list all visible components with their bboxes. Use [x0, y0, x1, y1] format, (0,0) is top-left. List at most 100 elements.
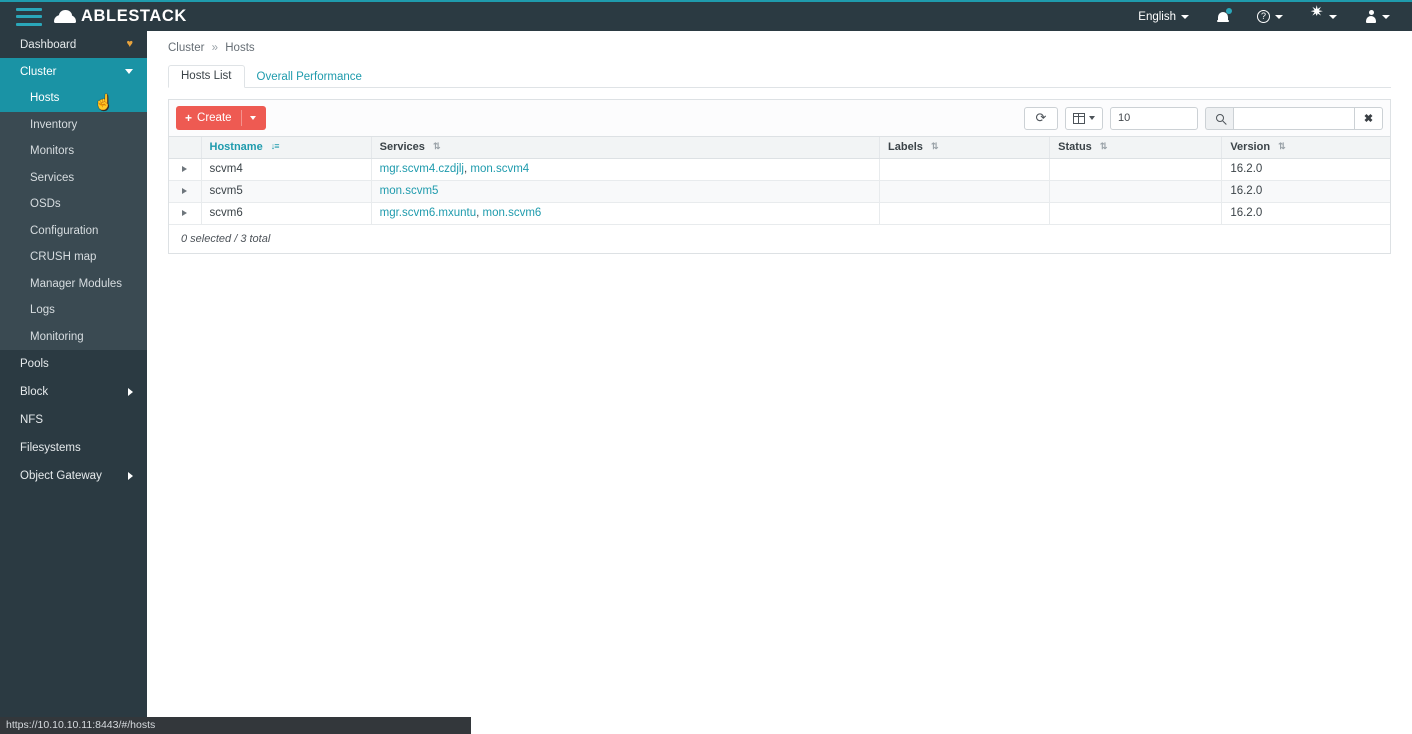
hosts-table: Hostname ↓≡ Services ⇅ Labels ⇅ Status ⇅: [169, 137, 1390, 225]
sidebar-item-monitors[interactable]: Monitors: [0, 138, 147, 165]
close-icon: ✖: [1363, 112, 1374, 125]
sort-icon: ⇅: [930, 141, 938, 152]
column-label: Hostname: [209, 141, 263, 154]
chevron-right-icon: [182, 166, 188, 172]
sidebar-item-label: Hosts: [30, 92, 60, 105]
sidebar-item-nfs[interactable]: NFS: [0, 406, 147, 434]
search-button[interactable]: [1205, 106, 1233, 130]
table-row[interactable]: scvm6 mgr.scvm6.mxuntu, mon.scvm6 16.2.0: [169, 202, 1390, 225]
language-selector[interactable]: English: [1124, 2, 1203, 31]
cell-services: mgr.scvm6.mxuntu, mon.scvm6: [371, 202, 881, 225]
sidebar-item-osds[interactable]: OSDs: [0, 191, 147, 218]
table-row[interactable]: scvm5 mon.scvm5 16.2.0: [169, 180, 1390, 203]
clear-search-button[interactable]: ✖: [1355, 106, 1383, 130]
page-size-input[interactable]: [1110, 106, 1198, 130]
chevron-down-icon: [1181, 14, 1189, 19]
breadcrumb-separator: »: [211, 42, 219, 54]
notifications-button[interactable]: [1203, 2, 1243, 31]
service-link[interactable]: mgr.scvm6.mxuntu: [380, 207, 477, 219]
user-icon: [1365, 10, 1377, 23]
sidebar-item-cluster[interactable]: Cluster: [0, 58, 147, 85]
chevron-right-icon: [182, 210, 188, 216]
table-head: Hostname ↓≡ Services ⇅ Labels ⇅ Status ⇅: [169, 137, 1390, 159]
column-header-services[interactable]: Services ⇅: [371, 137, 881, 159]
sidebar-item-services[interactable]: Services: [0, 164, 147, 191]
sort-icon: ⇅: [1099, 141, 1107, 152]
cluster-submenu: Hosts Inventory Monitors Services OSDs C…: [0, 85, 147, 350]
navbar-right-group: English ?: [1124, 2, 1412, 31]
service-link[interactable]: mon.scvm4: [470, 163, 529, 175]
plus-icon: +: [185, 111, 193, 125]
sidebar-item-label: Manager Modules: [30, 277, 123, 290]
cloud-icon: [54, 10, 76, 23]
expand-row-button[interactable]: [169, 202, 202, 225]
brand-logo[interactable]: ABLESTACK: [54, 7, 187, 26]
refresh-button[interactable]: ⟳: [1024, 106, 1058, 130]
sidebar-item-filesystems[interactable]: Filesystems: [0, 434, 147, 462]
sidebar-item-label: Cluster: [20, 65, 57, 78]
cell-services: mon.scvm5: [371, 180, 881, 203]
refresh-icon: ⟳: [1035, 110, 1047, 125]
cell-hostname: scvm4: [201, 158, 372, 181]
cell-services: mgr.scvm4.czdjlj, mon.scvm4: [371, 158, 881, 181]
service-link[interactable]: mgr.scvm4.czdjlj: [380, 163, 464, 175]
sidebar-item-pools[interactable]: Pools: [0, 350, 147, 378]
column-header-status[interactable]: Status ⇅: [1049, 137, 1223, 159]
cell-status: [1049, 158, 1223, 181]
chevron-down-icon: [1275, 14, 1283, 19]
user-menu[interactable]: [1351, 2, 1404, 31]
sidebar-item-label: CRUSH map: [30, 251, 97, 264]
settings-menu[interactable]: [1297, 2, 1351, 31]
cell-version: 16.2.0: [1221, 180, 1390, 203]
help-menu[interactable]: ?: [1243, 2, 1297, 31]
tab-overall-performance[interactable]: Overall Performance: [245, 67, 374, 88]
sidebar-item-label: Pools: [20, 358, 49, 370]
search-icon: [1215, 114, 1224, 122]
sidebar-item-logs[interactable]: Logs: [0, 297, 147, 324]
tab-hosts-list[interactable]: Hosts List: [168, 65, 245, 88]
service-link[interactable]: mon.scvm5: [380, 185, 439, 197]
column-header-labels[interactable]: Labels ⇅: [879, 137, 1051, 159]
table-footer-count: 0 selected / 3 total: [169, 224, 1390, 253]
table-row[interactable]: scvm4 mgr.scvm4.czdjlj, mon.scvm4 16.2.0: [169, 158, 1390, 181]
column-label: Version: [1230, 141, 1271, 154]
sidebar-item-manager-modules[interactable]: Manager Modules: [0, 270, 147, 297]
create-button-label: Create: [197, 112, 232, 124]
sidebar-item-hosts[interactable]: Hosts: [0, 85, 147, 112]
cell-status: [1049, 202, 1223, 225]
chevron-down-icon[interactable]: [249, 116, 256, 120]
sidebar-item-inventory[interactable]: Inventory: [0, 111, 147, 138]
heart-health-icon: ♥: [126, 38, 133, 50]
create-button[interactable]: + Create: [176, 106, 266, 130]
sort-ascending-icon: ↓≡: [270, 141, 280, 152]
sidebar-item-monitoring[interactable]: Monitoring: [0, 323, 147, 350]
gear-icon: [1310, 5, 1324, 23]
table-columns-icon: [1073, 112, 1085, 124]
column-label: Status: [1058, 141, 1092, 154]
column-header-version[interactable]: Version ⇅: [1221, 137, 1390, 159]
service-link[interactable]: mon.scvm6: [483, 207, 542, 219]
column-selector-button[interactable]: [1065, 106, 1103, 130]
table-toolbar: + Create ⟳ 10 ✖: [169, 100, 1390, 137]
expand-row-button[interactable]: [169, 158, 202, 181]
hamburger-menu-icon[interactable]: [16, 7, 42, 26]
sidebar-item-block[interactable]: Block: [0, 378, 147, 406]
chevron-down-icon: [1382, 14, 1390, 19]
bell-icon: [1217, 7, 1232, 24]
search-input[interactable]: [1233, 106, 1355, 130]
cell-labels: [879, 180, 1051, 203]
column-header-hostname[interactable]: Hostname ↓≡: [201, 137, 372, 159]
cell-hostname: scvm6: [201, 202, 372, 225]
sidebar-item-object-gateway[interactable]: Object Gateway: [0, 462, 147, 490]
sidebar-item-crush-map[interactable]: CRUSH map: [0, 244, 147, 271]
language-label: English: [1138, 10, 1176, 23]
sidebar-item-label: Inventory: [30, 118, 78, 131]
expand-row-button[interactable]: [169, 180, 202, 203]
sidebar-item-label: Configuration: [30, 224, 99, 237]
sidebar-item-dashboard[interactable]: Dashboard ♥: [0, 31, 147, 58]
chevron-right-icon: [182, 188, 188, 194]
breadcrumb-root[interactable]: Cluster: [168, 42, 204, 54]
sidebar-item-label: Filesystems: [20, 442, 81, 454]
top-navbar: ABLESTACK English ?: [0, 0, 1412, 31]
sidebar-item-configuration[interactable]: Configuration: [0, 217, 147, 244]
